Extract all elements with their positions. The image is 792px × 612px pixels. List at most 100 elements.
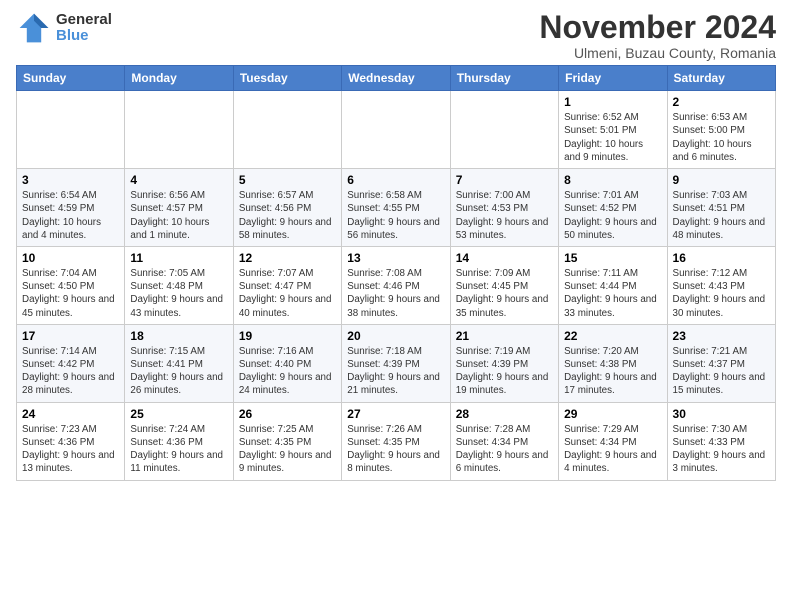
day-number: 18 (130, 329, 227, 343)
day-number: 29 (564, 407, 661, 421)
logo: General Blue (16, 10, 112, 46)
day-number: 21 (456, 329, 553, 343)
day-info: Sunrise: 7:01 AMSunset: 4:52 PMDaylight:… (564, 189, 661, 242)
calendar-cell: 18 Sunrise: 7:15 AMSunset: 4:41 PMDayligh… (125, 324, 233, 402)
calendar-cell: 20Sunrise: 7:18 AMSunset: 4:39 PMDayligh… (342, 324, 450, 402)
calendar-cell (233, 91, 341, 169)
day-number: 24 (22, 407, 119, 421)
day-info: Sunrise: 7:12 AMSunset: 4:43 PMDaylight:… (673, 267, 770, 320)
day-number: 26 (239, 407, 336, 421)
calendar-header: SundayMondayTuesdayWednesdayThursdayFrid… (17, 66, 776, 91)
calendar-cell (125, 91, 233, 169)
day-info: Sunrise: 7:25 AMSunset: 4:35 PMDaylight:… (239, 423, 336, 476)
day-number: 10 (22, 251, 119, 265)
logo-general: General (56, 12, 112, 29)
day-number: 9 (673, 173, 770, 187)
day-number: 7 (456, 173, 553, 187)
calendar-cell: 24 Sunrise: 7:23 AMSunset: 4:36 PMDayligh… (17, 402, 125, 480)
calendar-body: 1 Sunrise: 6:52 AMSunset: 5:01 PMDaylight… (17, 91, 776, 480)
calendar-cell: 25 Sunrise: 7:24 AMSunset: 4:36 PMDayligh… (125, 402, 233, 480)
calendar-cell: 6Sunrise: 6:58 AMSunset: 4:55 PMDaylight… (342, 169, 450, 247)
day-info: Sunrise: 6:53 AMSunset: 5:00 PMDaylight:… (673, 111, 770, 164)
header-tuesday: Tuesday (233, 66, 341, 91)
day-info: Sunrise: 7:20 AMSunset: 4:38 PMDaylight:… (564, 345, 661, 398)
day-info: Sunrise: 6:54 AMSunset: 4:59 PMDaylight:… (22, 189, 119, 242)
week-row-1: 1 Sunrise: 6:52 AMSunset: 5:01 PMDaylight… (17, 91, 776, 169)
calendar-cell: 22 Sunrise: 7:20 AMSunset: 4:38 PMDayligh… (559, 324, 667, 402)
calendar-cell (342, 91, 450, 169)
day-number: 16 (673, 251, 770, 265)
calendar-cell: 30 Sunrise: 7:30 AMSunset: 4:33 PMDayligh… (667, 402, 775, 480)
week-row-4: 17 Sunrise: 7:14 AMSunset: 4:42 PMDayligh… (17, 324, 776, 402)
day-number: 12 (239, 251, 336, 265)
day-info: Sunrise: 7:23 AMSunset: 4:36 PMDaylight:… (22, 423, 119, 476)
logo-icon (16, 10, 52, 46)
day-info: Sunrise: 7:29 AMSunset: 4:34 PMDaylight:… (564, 423, 661, 476)
day-number: 17 (22, 329, 119, 343)
calendar-cell: 13Sunrise: 7:08 AMSunset: 4:46 PMDayligh… (342, 246, 450, 324)
day-info: Sunrise: 6:57 AMSunset: 4:56 PMDaylight:… (239, 189, 336, 242)
day-info: Sunrise: 7:26 AMSunset: 4:35 PMDaylight:… (347, 423, 444, 476)
calendar-cell: 4Sunrise: 6:56 AMSunset: 4:57 PMDaylight… (125, 169, 233, 247)
calendar-cell: 27 Sunrise: 7:26 AMSunset: 4:35 PMDayligh… (342, 402, 450, 480)
day-number: 4 (130, 173, 227, 187)
day-number: 20 (347, 329, 444, 343)
calendar-cell (17, 91, 125, 169)
logo-blue: Blue (56, 28, 112, 45)
day-info: Sunrise: 7:09 AMSunset: 4:45 PMDaylight:… (456, 267, 553, 320)
day-info: Sunrise: 7:08 AMSunset: 4:46 PMDaylight:… (347, 267, 444, 320)
day-info: Sunrise: 7:07 AMSunset: 4:47 PMDaylight:… (239, 267, 336, 320)
day-info: Sunrise: 7:16 AMSunset: 4:40 PMDaylight:… (239, 345, 336, 398)
day-info: Sunrise: 7:15 AMSunset: 4:41 PMDaylight:… (130, 345, 227, 398)
day-number: 25 (130, 407, 227, 421)
header-saturday: Saturday (667, 66, 775, 91)
day-info: Sunrise: 7:28 AMSunset: 4:34 PMDaylight:… (456, 423, 553, 476)
week-row-5: 24 Sunrise: 7:23 AMSunset: 4:36 PMDayligh… (17, 402, 776, 480)
day-number: 27 (347, 407, 444, 421)
day-info: Sunrise: 7:14 AMSunset: 4:42 PMDaylight:… (22, 345, 119, 398)
day-number: 30 (673, 407, 770, 421)
day-number: 1 (564, 95, 661, 109)
day-number: 28 (456, 407, 553, 421)
week-row-3: 10Sunrise: 7:04 AMSunset: 4:50 PMDayligh… (17, 246, 776, 324)
calendar-cell: 14 Sunrise: 7:09 AMSunset: 4:45 PMDayligh… (450, 246, 558, 324)
day-number: 15 (564, 251, 661, 265)
header-wednesday: Wednesday (342, 66, 450, 91)
header-thursday: Thursday (450, 66, 558, 91)
header-row: SundayMondayTuesdayWednesdayThursdayFrid… (17, 66, 776, 91)
day-number: 11 (130, 251, 227, 265)
month-title: November 2024 (539, 10, 776, 45)
day-number: 14 (456, 251, 553, 265)
calendar-cell: 23Sunrise: 7:21 AMSunset: 4:37 PMDayligh… (667, 324, 775, 402)
calendar-cell: 3 Sunrise: 6:54 AMSunset: 4:59 PMDaylight… (17, 169, 125, 247)
day-number: 6 (347, 173, 444, 187)
header-friday: Friday (559, 66, 667, 91)
calendar-cell: 12 Sunrise: 7:07 AMSunset: 4:47 PMDayligh… (233, 246, 341, 324)
day-number: 2 (673, 95, 770, 109)
calendar-cell: 5Sunrise: 6:57 AMSunset: 4:56 PMDaylight… (233, 169, 341, 247)
calendar-cell: 1 Sunrise: 6:52 AMSunset: 5:01 PMDaylight… (559, 91, 667, 169)
calendar-cell: 10Sunrise: 7:04 AMSunset: 4:50 PMDayligh… (17, 246, 125, 324)
day-info: Sunrise: 7:00 AMSunset: 4:53 PMDaylight:… (456, 189, 553, 242)
calendar-cell: 26 Sunrise: 7:25 AMSunset: 4:35 PMDayligh… (233, 402, 341, 480)
day-info: Sunrise: 6:52 AMSunset: 5:01 PMDaylight:… (564, 111, 661, 164)
day-number: 3 (22, 173, 119, 187)
day-info: Sunrise: 7:19 AMSunset: 4:39 PMDaylight:… (456, 345, 553, 398)
day-number: 8 (564, 173, 661, 187)
day-info: Sunrise: 7:05 AMSunset: 4:48 PMDaylight:… (130, 267, 227, 320)
day-info: Sunrise: 7:30 AMSunset: 4:33 PMDaylight:… (673, 423, 770, 476)
day-info: Sunrise: 7:03 AMSunset: 4:51 PMDaylight:… (673, 189, 770, 242)
header-monday: Monday (125, 66, 233, 91)
day-info: Sunrise: 7:21 AMSunset: 4:37 PMDaylight:… (673, 345, 770, 398)
calendar-cell: 17 Sunrise: 7:14 AMSunset: 4:42 PMDayligh… (17, 324, 125, 402)
calendar-cell: 28 Sunrise: 7:28 AMSunset: 4:34 PMDayligh… (450, 402, 558, 480)
day-number: 22 (564, 329, 661, 343)
calendar-cell: 11 Sunrise: 7:05 AMSunset: 4:48 PMDayligh… (125, 246, 233, 324)
page: General Blue November 2024 Ulmeni, Buzau… (0, 0, 792, 491)
header-sunday: Sunday (17, 66, 125, 91)
calendar-cell: 29 Sunrise: 7:29 AMSunset: 4:34 PMDayligh… (559, 402, 667, 480)
day-info: Sunrise: 7:24 AMSunset: 4:36 PMDaylight:… (130, 423, 227, 476)
calendar-cell: 2 Sunrise: 6:53 AMSunset: 5:00 PMDaylight… (667, 91, 775, 169)
calendar-cell: 7 Sunrise: 7:00 AMSunset: 4:53 PMDaylight… (450, 169, 558, 247)
week-row-2: 3 Sunrise: 6:54 AMSunset: 4:59 PMDaylight… (17, 169, 776, 247)
